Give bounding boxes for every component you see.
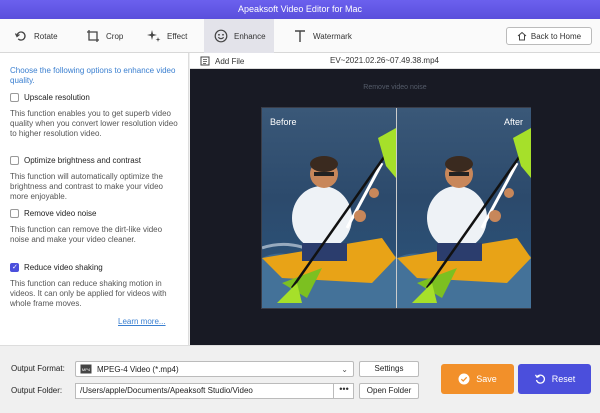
preview-panel: Add File EV~2021.02.26~07.49.38.mp4 Remo… (190, 53, 600, 345)
enhance-options-panel: Choose the following options to enhance … (0, 53, 189, 345)
home-icon (517, 31, 527, 41)
save-button[interactable]: Save (441, 364, 514, 394)
svg-text:MP4: MP4 (82, 367, 91, 372)
preview-hint: Remove video noise (363, 84, 427, 91)
tab-effect-label: Effect (167, 31, 188, 41)
chevron-down-icon: ⌄ (341, 365, 348, 374)
option-upscale-resolution[interactable]: Upscale resolution (10, 93, 90, 102)
option-upscale-resolution-label: Upscale resolution (24, 93, 90, 102)
check-circle-icon (458, 373, 470, 385)
learn-more-link[interactable]: Learn more... (118, 317, 166, 326)
option-upscale-resolution-desc: This function enables you to get superb … (10, 109, 178, 138)
output-folder-field[interactable]: /Users/apple/Documents/Apeaksoft Studio/… (75, 383, 354, 399)
add-file-button[interactable]: Add File (200, 53, 244, 69)
option-optimize-brightness-label: Optimize brightness and contrast (24, 156, 141, 165)
open-folder-button[interactable]: Open Folder (359, 383, 419, 399)
add-file-icon (200, 56, 210, 66)
tab-watermark-label: Watermark (313, 31, 352, 41)
output-format-select[interactable]: MP4 MPEG-4 Video (*.mp4) ⌄ (75, 361, 354, 377)
options-intro: Choose the following options to enhance … (10, 66, 176, 85)
output-format-value: MPEG-4 Video (*.mp4) (97, 364, 179, 374)
reset-button[interactable]: Reset (518, 364, 591, 394)
before-label: Before (270, 117, 297, 127)
reset-label: Reset (551, 374, 576, 384)
option-optimize-brightness-desc: This function will automatically optimiz… (10, 172, 163, 201)
file-bar: Add File EV~2021.02.26~07.49.38.mp4 (190, 53, 600, 69)
option-remove-noise-label: Remove video noise (24, 209, 97, 218)
checkbox-upscale-resolution[interactable] (10, 93, 19, 102)
window-title: Apeaksoft Video Editor for Mac (238, 4, 362, 14)
settings-button[interactable]: Settings (359, 361, 419, 377)
output-bar: Output Format: MP4 MPEG-4 Video (*.mp4) … (0, 345, 600, 413)
reset-icon (534, 374, 545, 384)
effect-icon (147, 30, 161, 42)
checkbox-remove-noise[interactable] (10, 209, 19, 218)
browse-folder-button[interactable]: ••• (333, 383, 354, 399)
option-reduce-shaking[interactable]: Reduce video shaking (10, 263, 103, 272)
toolbar: Rotate Crop Effect Enhance Watermark Bac… (0, 19, 600, 53)
before-after-preview: Before After (261, 107, 531, 309)
window-title-bar: Apeaksoft Video Editor for Mac (0, 0, 600, 19)
option-remove-noise[interactable]: Remove video noise (10, 209, 96, 218)
option-optimize-brightness[interactable]: Optimize brightness and contrast (10, 156, 141, 165)
back-to-home-button[interactable]: Back to Home (506, 27, 592, 45)
option-reduce-shaking-label: Reduce video shaking (24, 263, 103, 272)
tab-crop-label: Crop (106, 31, 124, 41)
file-name: EV~2021.02.26~07.49.38.mp4 (330, 56, 439, 65)
mp4-format-icon: MP4 (80, 364, 92, 374)
watermark-icon (295, 30, 305, 42)
tab-effect[interactable]: Effect (147, 19, 197, 53)
tab-enhance[interactable]: Enhance (204, 19, 274, 53)
save-label: Save (476, 374, 497, 384)
enhance-icon (214, 29, 228, 43)
output-format-label: Output Format: (11, 364, 65, 373)
rotate-icon (14, 31, 26, 41)
checkbox-reduce-shaking[interactable] (10, 263, 19, 272)
tab-watermark[interactable]: Watermark (293, 19, 355, 53)
checkbox-optimize-brightness[interactable] (10, 156, 19, 165)
after-label: After (503, 117, 523, 127)
output-folder-label: Output Folder: (11, 386, 63, 395)
option-reduce-shaking-desc: This function can reduce shaking motion … (10, 279, 167, 308)
option-remove-noise-desc: This function can remove the dirt-like v… (10, 225, 163, 244)
back-to-home-label: Back to Home (530, 31, 582, 41)
crop-icon (87, 30, 99, 42)
tab-rotate[interactable]: Rotate (14, 19, 68, 53)
tab-enhance-label: Enhance (234, 31, 266, 41)
tab-rotate-label: Rotate (34, 31, 58, 41)
before-image: Before (262, 108, 396, 308)
tab-crop[interactable]: Crop (86, 19, 130, 53)
after-image: After (397, 108, 531, 308)
add-file-label: Add File (215, 56, 245, 66)
